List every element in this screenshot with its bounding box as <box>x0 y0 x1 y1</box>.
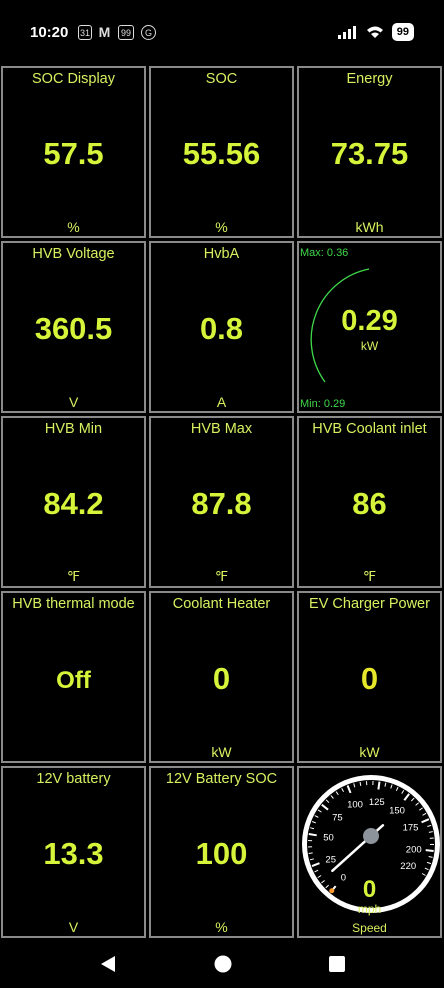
gmail-icon: M <box>98 24 111 40</box>
dial-tick-label: 220 <box>400 861 416 872</box>
tile-value: Off <box>56 667 91 694</box>
gauge-min-label: Min: 0.29 <box>300 398 346 410</box>
tile-unit: % <box>215 919 228 935</box>
tile-ev-charger-power[interactable]: EV Charger Power 0 kW <box>297 591 442 763</box>
dial-tick <box>377 781 381 790</box>
dial-tick <box>308 833 317 837</box>
tile-value: 0 <box>360 661 379 696</box>
tile-label: HVB thermal mode <box>12 596 135 612</box>
speed-value: 0 <box>362 876 377 903</box>
recents-button-icon[interactable] <box>327 954 347 974</box>
tile-hvb-thermal-mode[interactable]: HVB thermal mode Off <box>1 591 146 763</box>
signal-icon <box>337 26 356 39</box>
tile-unit: kWh <box>355 219 384 235</box>
tile-soc-display[interactable]: SOC Display 57.5 % <box>1 66 146 238</box>
status-bar: 10:20 31 M 99 G 99 <box>0 0 444 64</box>
home-button-icon[interactable] <box>213 954 233 974</box>
tile-hvb-max[interactable]: HVB Max 87.8 ℉ <box>149 416 294 588</box>
tile-value: 73.75 <box>330 136 409 171</box>
back-button-icon[interactable] <box>98 954 118 974</box>
app-notification-icon: G <box>141 25 156 40</box>
dial-tick-label: 125 <box>369 797 385 808</box>
tile-value: 84.2 <box>43 486 104 521</box>
tile-label: HVB Coolant inlet <box>312 421 427 437</box>
tile-value: 0.8 <box>199 311 244 346</box>
tile-unit: kW <box>211 744 232 760</box>
status-right: 99 <box>337 23 414 41</box>
tile-12v-battery-soc[interactable]: 12V Battery SOC 100 % <box>149 766 294 938</box>
calendar-icon: 31 <box>78 25 92 40</box>
tile-label: HVB Max <box>190 421 253 437</box>
tile-value: 87.8 <box>191 486 252 521</box>
tile-unit: kW <box>359 744 380 760</box>
dial-tick-label: 50 <box>323 833 334 844</box>
tile-12v-battery[interactable]: 12V battery 13.3 V <box>1 766 146 938</box>
tile-label: Energy <box>346 71 393 87</box>
tile-value: 86 <box>352 486 387 521</box>
dial-hub <box>363 828 379 844</box>
tile-speed-gauge[interactable]: 0 25 50 75 100 125 150 175 200 220 0 mph Speed <box>297 766 442 938</box>
gauge-value: 0.29 <box>341 305 398 337</box>
tile-unit: ℉ <box>66 568 81 584</box>
status-time: 10:20 <box>30 24 69 41</box>
tile-value: 13.3 <box>43 836 104 871</box>
dial-tick <box>308 852 313 854</box>
tile-unit: V <box>69 394 79 410</box>
dial-tick-label: 25 <box>325 855 336 866</box>
navigation-bar <box>0 940 444 988</box>
tile-hvb-coolant-inlet[interactable]: HVB Coolant inlet 86 ℉ <box>297 416 442 588</box>
tile-label: Coolant Heater <box>172 596 271 612</box>
tile-label: HVB Min <box>44 421 103 437</box>
tile-coolant-heater[interactable]: Coolant Heater 0 kW <box>149 591 294 763</box>
tile-label: SOC Display <box>32 71 115 87</box>
tile-unit: V <box>68 919 79 935</box>
tile-value: 57.5 <box>43 136 104 171</box>
tile-value: 55.56 <box>182 136 261 171</box>
dial-tick-label: 100 <box>347 800 363 811</box>
tile-label: SOC <box>205 71 238 87</box>
dial-tick-label: 175 <box>403 823 419 834</box>
tile-unit: % <box>215 219 228 235</box>
tile-label: HVB Voltage <box>32 246 115 262</box>
dial-tick-label: 75 <box>332 813 343 824</box>
tile-label: HvbA <box>203 246 240 262</box>
tile-unit: ℉ <box>214 568 229 584</box>
speed-unit: mph <box>357 902 382 916</box>
speed-label: Speed <box>352 921 387 935</box>
tile-hvb-voltage[interactable]: HVB Voltage 360.5 V <box>1 241 146 413</box>
dial-tick <box>425 849 434 852</box>
tile-power-gauge[interactable]: Max: 0.36 0.29 kW Min: 0.29 <box>297 241 442 413</box>
tile-label: 12V Battery SOC <box>165 771 278 787</box>
tile-hvba[interactable]: HvbA 0.8 A <box>149 241 294 413</box>
tile-energy[interactable]: Energy 73.75 kWh <box>297 66 442 238</box>
dial-tick-label: 200 <box>406 844 422 855</box>
tile-value: 100 <box>195 836 248 871</box>
tile-value: 360.5 <box>34 311 113 346</box>
wifi-icon <box>366 26 383 38</box>
notification-99-icon: 99 <box>118 25 134 40</box>
tile-unit: A <box>216 394 227 410</box>
tile-value: 0 <box>212 661 231 696</box>
battery-icon: 99 <box>391 23 414 41</box>
tile-hvb-min[interactable]: HVB Min 84.2 ℉ <box>1 416 146 588</box>
gauge-unit: kW <box>360 339 379 353</box>
tile-unit: % <box>67 219 80 235</box>
dial-tick-label: 150 <box>389 805 405 816</box>
tile-label: EV Charger Power <box>309 596 430 612</box>
tile-soc[interactable]: SOC 55.56 % <box>149 66 294 238</box>
tile-unit: ℉ <box>362 568 377 584</box>
dial-tick <box>359 781 362 786</box>
tile-label: 12V battery <box>36 771 111 787</box>
